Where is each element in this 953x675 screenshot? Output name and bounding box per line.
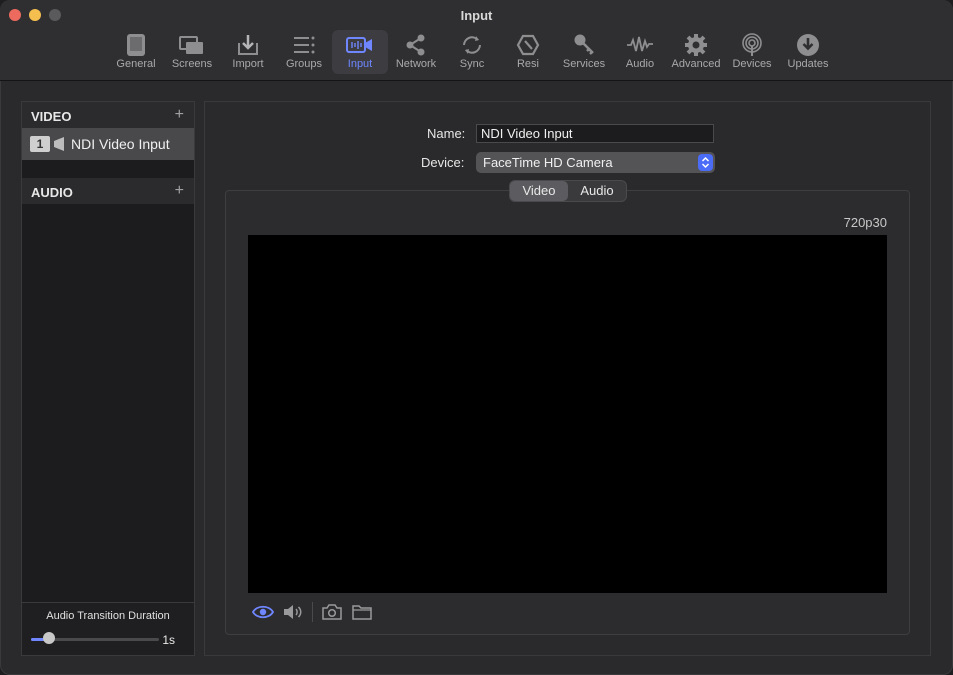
network-icon <box>406 34 425 56</box>
tablet-icon <box>127 34 145 56</box>
eye-icon <box>252 605 274 619</box>
toolbar-devices[interactable]: Devices <box>724 30 780 74</box>
select-stepper <box>698 154 713 171</box>
toolbar-resi-label: Resi <box>516 58 539 70</box>
toolbar-sync[interactable]: Sync <box>444 30 500 74</box>
toolbar-network[interactable]: Network <box>388 30 444 74</box>
name-field[interactable]: NDI Video Input <box>476 124 714 143</box>
download-circle-icon <box>797 34 819 56</box>
toggle-preview-button[interactable] <box>248 600 278 624</box>
sync-icon <box>463 36 481 54</box>
toolbar-input[interactable]: Input <box>332 30 388 74</box>
video-input-item[interactable]: 1 NDI Video Input <box>22 128 194 160</box>
folder-icon <box>352 605 372 620</box>
audio-transition-value: 1s <box>162 633 175 647</box>
toolbar-audio[interactable]: Audio <box>612 30 668 74</box>
toolbar-advanced[interactable]: Advanced <box>668 30 724 74</box>
toolbar-updates[interactable]: Updates <box>780 30 836 74</box>
inputs-sidebar: VIDEO + 1 NDI Video Input AUDIO + Audio … <box>21 101 195 656</box>
toolbar-advanced-label: Advanced <box>671 58 721 70</box>
resolution-label: 720p30 <box>843 215 887 230</box>
resi-icon <box>516 34 540 56</box>
toolbar-input-label: Input <box>347 58 373 70</box>
device-select-value: FaceTime HD Camera <box>483 155 613 170</box>
toolbar-screens-label: Screens <box>171 58 213 70</box>
audio-transition-label: Audio Transition Duration <box>46 610 170 622</box>
screens-icon <box>179 36 203 54</box>
toolbar-updates-label: Updates <box>787 58 829 70</box>
preferences-window: Input General Screens Import Groups Inpu… <box>0 0 953 675</box>
preferences-toolbar: General Screens Import Groups Input Netw… <box>108 30 836 76</box>
toolbar-screens[interactable]: Screens <box>164 30 220 74</box>
toolbar-import[interactable]: Import <box>220 30 276 74</box>
tab-video[interactable]: Video <box>510 181 568 201</box>
key-icon <box>574 34 594 55</box>
add-video-input-button[interactable]: + <box>175 106 184 124</box>
name-label: Name: <box>427 126 466 141</box>
toolbar-groups-label: Groups <box>285 58 323 70</box>
preview-controls <box>248 599 377 625</box>
audio-transition-panel: Audio Transition Duration 1s <box>22 602 194 655</box>
broadcast-icon <box>742 33 762 56</box>
toolbar-general-label: General <box>116 58 156 70</box>
input-type-tabs: Video Audio <box>509 180 627 202</box>
toolbar-general[interactable]: General <box>108 30 164 74</box>
device-select[interactable]: FaceTime HD Camera <box>476 152 715 173</box>
toolbar-import-label: Import <box>232 58 264 70</box>
toolbar-sync-label: Sync <box>459 58 485 70</box>
import-icon <box>238 35 258 55</box>
preview-panel: 720p30 <box>225 190 910 635</box>
chevron-updown-icon <box>701 156 710 169</box>
sidebar-gap <box>22 160 194 178</box>
toggle-audio-button[interactable] <box>278 600 308 624</box>
video-preview <box>248 235 887 593</box>
window-title: Input <box>460 8 493 23</box>
toolbar-services-label: Services <box>562 58 606 70</box>
gear-icon <box>685 34 707 56</box>
toolbar-audio-label: Audio <box>625 58 655 70</box>
toolbar-services[interactable]: Services <box>556 30 612 74</box>
title-bar: Input General Screens Import Groups Inpu… <box>0 0 953 81</box>
slider-knob[interactable] <box>42 632 55 644</box>
video-input-label: NDI Video Input <box>71 136 170 152</box>
audio-section-title: AUDIO <box>31 185 73 200</box>
input-icon <box>346 37 372 53</box>
audio-section-header: AUDIO + <box>22 178 194 204</box>
add-audio-input-button[interactable]: + <box>175 182 184 200</box>
toolbar-devices-label: Devices <box>732 58 772 70</box>
camera-icon <box>54 137 64 151</box>
camera-snapshot-icon <box>322 604 342 620</box>
waveform-icon <box>627 36 653 52</box>
groups-icon <box>294 36 315 54</box>
open-folder-button[interactable] <box>347 600 377 624</box>
toolbar-network-label: Network <box>395 58 437 70</box>
device-label: Device: <box>421 155 465 170</box>
tab-audio[interactable]: Audio <box>568 181 626 201</box>
input-detail-panel: Name: NDI Video Input Device: FaceTime H… <box>204 101 931 656</box>
snapshot-button[interactable] <box>317 600 347 624</box>
speaker-icon <box>284 605 302 619</box>
input-number-badge: 1 <box>30 136 50 152</box>
video-section-title: VIDEO <box>31 109 72 124</box>
controls-divider <box>312 602 313 622</box>
video-section-header: VIDEO + <box>22 102 194 128</box>
toolbar-groups[interactable]: Groups <box>276 30 332 74</box>
toolbar-resi[interactable]: Resi <box>500 30 556 74</box>
